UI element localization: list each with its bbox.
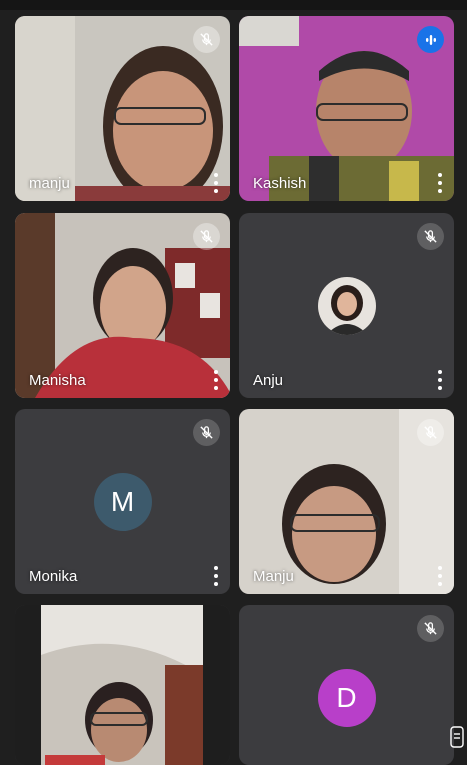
more-options-icon[interactable] bbox=[433, 370, 447, 390]
more-options-icon[interactable] bbox=[209, 173, 223, 193]
more-options-icon[interactable] bbox=[209, 370, 223, 390]
mic-muted-icon bbox=[417, 615, 444, 642]
avatar-initial: M bbox=[110, 485, 135, 517]
avatar: M bbox=[93, 472, 152, 531]
speaking-indicator-icon bbox=[417, 26, 444, 53]
mic-muted-icon bbox=[193, 419, 220, 446]
video-feed bbox=[15, 605, 230, 765]
participant-tile-d[interactable]: D bbox=[239, 605, 454, 765]
participant-tile-manju-2[interactable]: Manju bbox=[239, 409, 454, 594]
mic-muted-icon bbox=[193, 26, 220, 53]
participant-name: Monika bbox=[29, 568, 78, 585]
participant-name: Anju bbox=[253, 372, 284, 389]
captions-icon[interactable] bbox=[450, 726, 464, 748]
more-options-icon[interactable] bbox=[433, 173, 447, 193]
avatar-initial: D bbox=[336, 682, 357, 713]
mic-muted-icon bbox=[193, 223, 220, 250]
participant-name: Manju bbox=[253, 568, 294, 585]
participant-tile-manisha[interactable]: Manisha bbox=[15, 213, 230, 398]
avatar: D bbox=[317, 669, 376, 727]
participant-name: Kashish bbox=[253, 175, 307, 192]
more-options-icon[interactable] bbox=[209, 566, 223, 586]
participant-tile-manju[interactable]: manju bbox=[15, 16, 230, 201]
participant-tile-kashish[interactable]: Kashish bbox=[239, 16, 454, 201]
avatar bbox=[317, 276, 376, 335]
participant-tile-7[interactable] bbox=[15, 605, 230, 765]
participant-name: Manisha bbox=[29, 372, 86, 389]
mic-muted-icon bbox=[417, 223, 444, 250]
more-options-icon[interactable] bbox=[433, 566, 447, 586]
participant-name: manju bbox=[29, 175, 70, 192]
mic-muted-icon bbox=[417, 419, 444, 446]
participant-tile-anju[interactable]: Anju bbox=[239, 213, 454, 398]
top-bar bbox=[0, 0, 467, 10]
participant-tile-monika[interactable]: M Monika bbox=[15, 409, 230, 594]
